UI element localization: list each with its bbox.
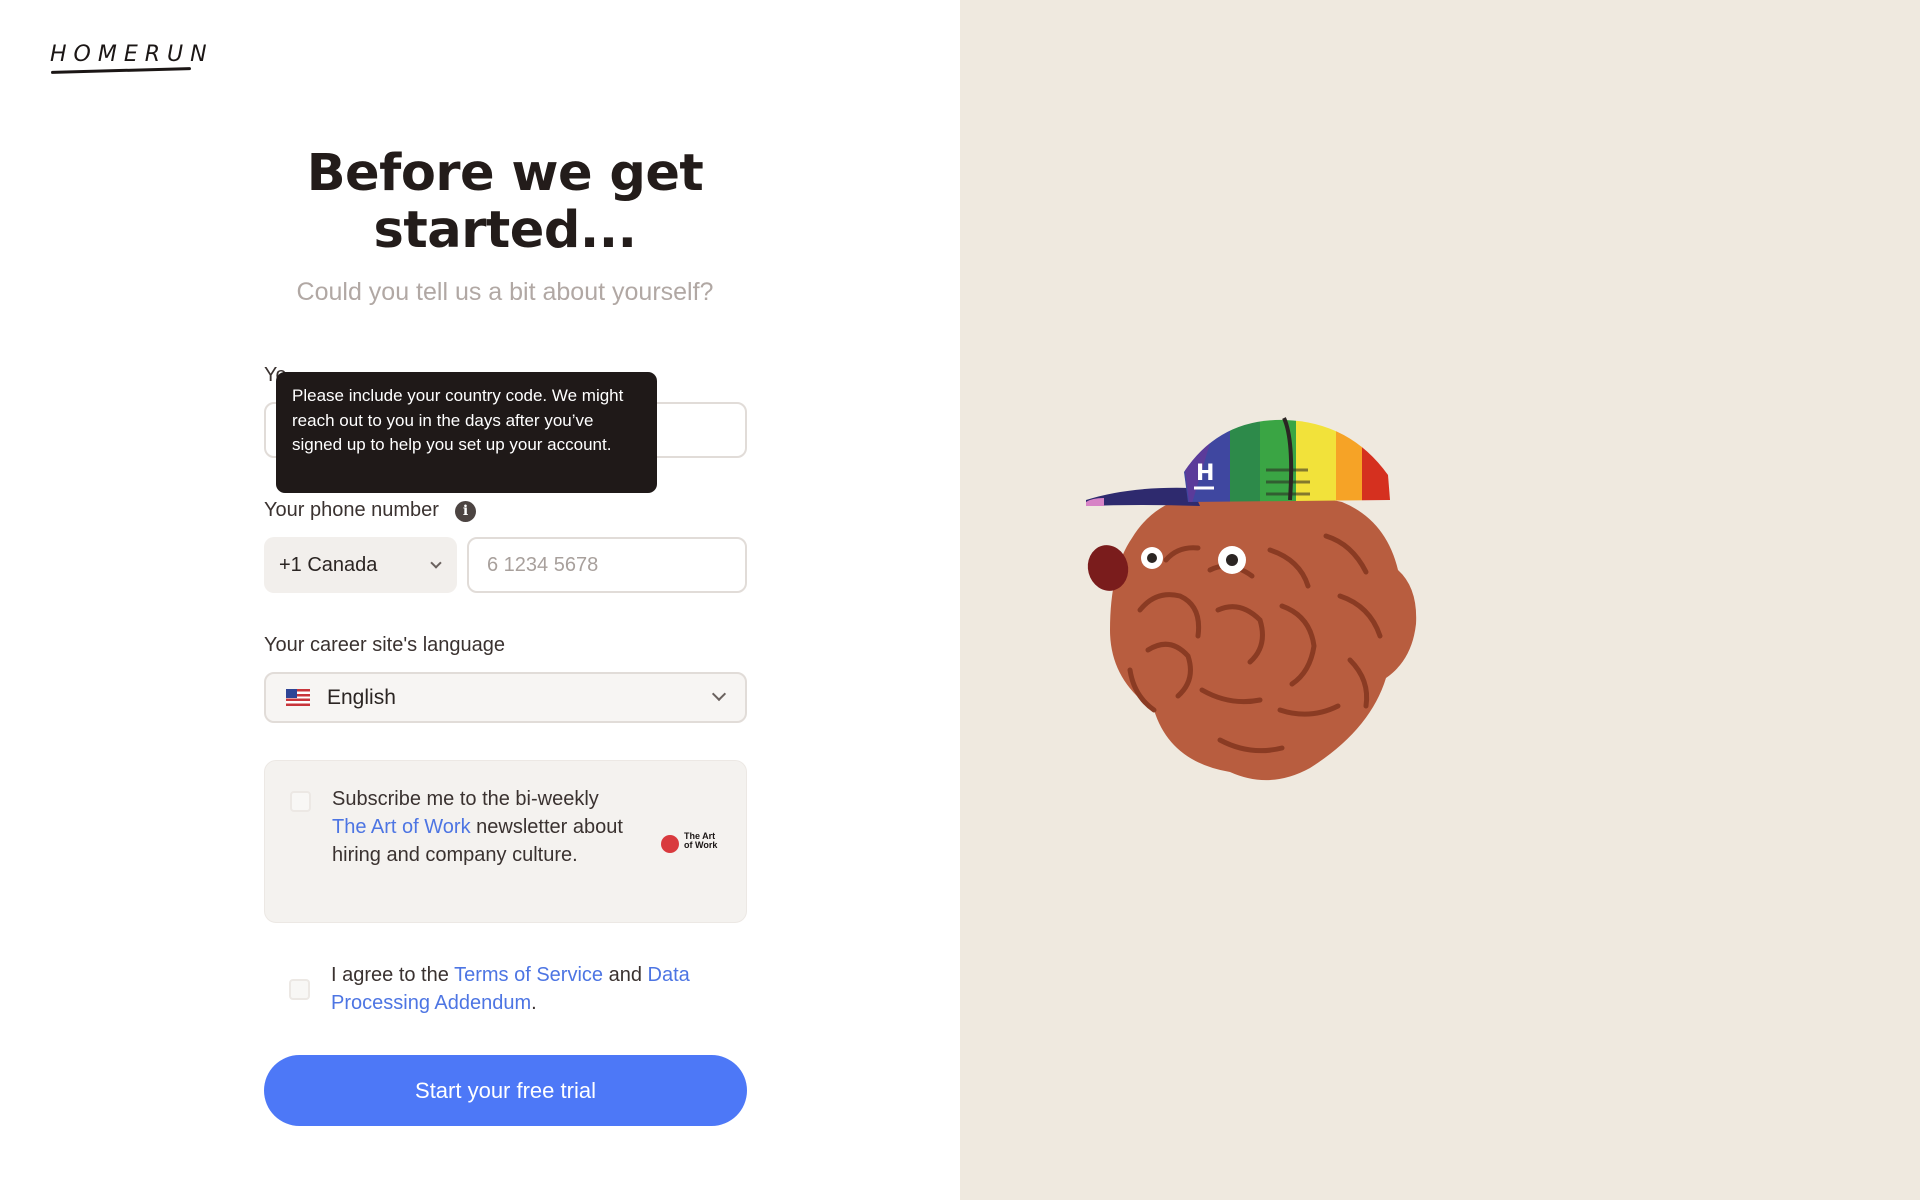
dog-with-rainbow-cap-illustration: H — [1086, 417, 1417, 781]
newsletter-checkbox[interactable] — [290, 791, 311, 812]
country-code-select[interactable]: +1 Canada — [264, 537, 457, 593]
phone-number-input[interactable] — [467, 537, 747, 593]
phone-info-tooltip: Please include your country code. We mig… — [276, 372, 657, 493]
phone-field-label: Your phone number — [264, 499, 439, 521]
terms-text: I agree to the Terms of Service and Data… — [331, 964, 690, 1014]
form-panel: HOMERUN Before we get started... Could y… — [0, 0, 960, 1200]
homerun-logo[interactable]: HOMERUN — [50, 42, 214, 67]
chevron-down-icon — [711, 686, 727, 702]
chevron-down-icon — [430, 557, 442, 569]
logo-underline — [50, 67, 192, 74]
art-of-work-dot-icon — [661, 835, 679, 853]
art-of-work-link[interactable]: The Art of Work — [332, 816, 471, 838]
us-flag-icon — [286, 689, 310, 706]
terms-checkbox[interactable] — [289, 979, 310, 1000]
newsletter-card: Subscribe me to the bi-weekly The Art of… — [264, 760, 747, 923]
terms-of-service-link[interactable]: Terms of Service — [454, 964, 603, 986]
newsletter-text: Subscribe me to the bi-weekly The Art of… — [332, 785, 632, 869]
start-free-trial-button[interactable]: Start your free trial — [264, 1055, 747, 1126]
cap-letter: H — [1196, 461, 1214, 486]
page-title: Before we get started... — [306, 144, 704, 260]
language-select[interactable]: English — [264, 672, 747, 723]
page-subtitle: Could you tell us a bit about yourself? — [296, 278, 714, 306]
language-value: English — [327, 686, 396, 709]
language-field-label: Your career site's language — [264, 634, 506, 656]
info-icon[interactable]: i — [455, 501, 476, 522]
newsletter-text-before: Subscribe me to the bi-weekly — [332, 788, 599, 810]
country-code-value: +1 Canada — [279, 554, 378, 576]
